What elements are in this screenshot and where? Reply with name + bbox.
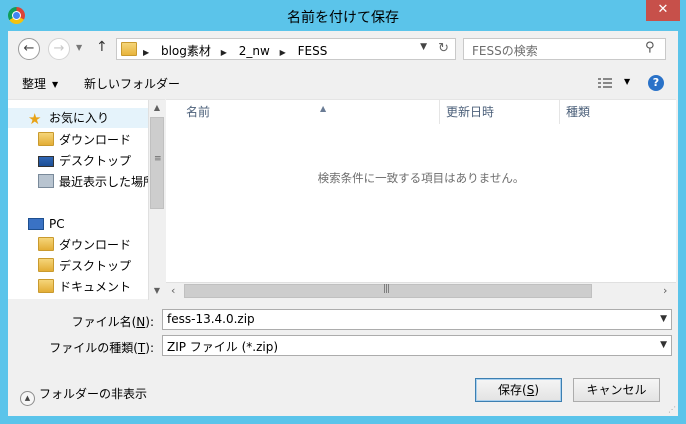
chevron-right-icon[interactable]: ▶ (143, 48, 149, 57)
forward-arrow-icon: → (53, 41, 65, 56)
download-folder-icon (38, 237, 54, 251)
filetype-select[interactable]: ZIP ファイル (*.zip) ▼ (162, 335, 672, 356)
horizontal-scrollbar[interactable]: ‹ ||| › (166, 282, 676, 299)
chevron-down-icon[interactable]: ▼ (420, 42, 427, 52)
column-header-modified[interactable]: 更新日時 (440, 100, 560, 124)
tree-label: デスクトップ (59, 259, 132, 273)
window-title: 名前を付けて保存 (287, 10, 399, 26)
navigation-pane: ★ お気に入り ダウンロード デスクトップ 最近表示した場所 PC ダウンロード … (8, 99, 165, 300)
scrollbar-thumb[interactable]: ||| (184, 284, 592, 298)
chevron-down-icon[interactable]: ▼ (660, 340, 667, 350)
tree-label: PC (49, 217, 65, 231)
tree-item-pc-downloads[interactable]: ダウンロード (38, 235, 131, 255)
column-label: 名前 (186, 105, 211, 119)
tree-item-documents[interactable]: ドキュメント (38, 277, 131, 297)
chevron-right-icon[interactable]: ▶ (280, 48, 286, 57)
documents-folder-icon (38, 279, 54, 293)
tree-item-pc[interactable]: PC (28, 214, 65, 234)
scroll-up-icon[interactable]: ▲ (149, 103, 165, 112)
scroll-down-icon[interactable]: ▼ (149, 286, 165, 295)
filename-label: ファイル名(N): (71, 315, 154, 329)
tree-item-favorites[interactable]: ★ お気に入り (8, 108, 148, 128)
star-icon: ★ (28, 110, 42, 128)
filetype-value: ZIP ファイル (*.zip) (167, 340, 279, 354)
download-folder-icon (38, 132, 54, 146)
filename-input[interactable]: fess-13.4.0.zip ▼ (162, 309, 672, 330)
nav-scrollbar[interactable]: ▲ ≡ ▼ (148, 100, 165, 300)
file-list[interactable]: 名前 ▲ 更新日時 種類 検索条件に一致する項目はありません。 ‹ ||| › (166, 99, 676, 299)
refresh-icon[interactable]: ↻ (438, 41, 449, 56)
chevron-down-icon[interactable]: ▼ (660, 314, 667, 324)
breadcrumb: ▶ blog素材 ▶ 2_nw ▶ FESS (143, 42, 333, 59)
save-dialog: 名前を付けて保存 ✕ ← → ▼ ↑ ▶ blog素材 ▶ 2_nw ▶ FES… (0, 0, 686, 424)
sort-ascending-icon: ▲ (320, 104, 327, 113)
tree-label: お気に入り (49, 111, 110, 125)
tree-label: デスクトップ (59, 154, 132, 168)
help-icon[interactable]: ? (648, 75, 664, 91)
back-button[interactable]: ← (18, 38, 40, 60)
back-arrow-icon: ← (23, 41, 35, 56)
empty-message: 検索条件に一致する項目はありません。 (317, 171, 525, 185)
resize-grip-icon[interactable]: ⋰ (668, 405, 676, 414)
search-input[interactable]: FESSの検索 (463, 38, 666, 60)
close-button[interactable]: ✕ (646, 0, 680, 21)
grip-icon: ||| (383, 284, 390, 294)
tree-item-recent-places[interactable]: 最近表示した場所 (38, 172, 148, 192)
dialog-body: ← → ▼ ↑ ▶ blog素材 ▶ 2_nw ▶ FESS ▼ ↻ FESSの… (8, 31, 678, 416)
organize-menu[interactable]: 整理 ▼ (22, 75, 58, 92)
grip-icon: ≡ (154, 154, 162, 164)
desktop-icon (38, 156, 54, 167)
tree-label: 最近表示した場所 (59, 175, 148, 189)
folder-icon (121, 42, 137, 56)
chevron-up-icon: ▲ (20, 391, 35, 406)
breadcrumb-item[interactable]: 2_nw (239, 44, 270, 58)
breadcrumb-item[interactable]: blog素材 (161, 44, 211, 58)
column-header-name[interactable]: 名前 ▲ (180, 100, 440, 124)
title-bar[interactable]: 名前を付けて保存 ✕ (0, 0, 686, 32)
recent-locations-chevron-icon[interactable]: ▼ (76, 43, 82, 52)
computer-icon (28, 218, 44, 230)
tree-item-pc-desktop[interactable]: デスクトップ (38, 256, 131, 276)
scroll-right-icon[interactable]: › (663, 283, 667, 299)
scrollbar-thumb[interactable]: ≡ (150, 117, 164, 209)
tree-item-downloads[interactable]: ダウンロード (38, 130, 131, 150)
view-caret-icon[interactable]: ▼ (624, 77, 630, 86)
organize-label: 整理 (22, 77, 47, 91)
desktop-folder-icon (38, 258, 54, 272)
view-details-icon[interactable] (598, 77, 612, 89)
search-icon[interactable]: ⚲ (645, 40, 655, 55)
hide-folders-toggle[interactable]: ▲ フォルダーの非表示 (20, 385, 147, 406)
filetype-label: ファイルの種類(T): (49, 341, 154, 355)
tree-label: ドキュメント (59, 280, 132, 294)
new-folder-button[interactable]: 新しいフォルダー (84, 75, 180, 92)
save-button[interactable]: 保存(S) (475, 378, 562, 402)
tree-label: ダウンロード (59, 238, 132, 252)
chevron-right-icon[interactable]: ▶ (221, 48, 227, 57)
filename-value: fess-13.4.0.zip (167, 312, 255, 326)
cancel-button[interactable]: キャンセル (573, 378, 660, 402)
address-bar[interactable]: ▶ blog素材 ▶ 2_nw ▶ FESS ▼ ↻ (116, 38, 456, 60)
tree-item-desktop[interactable]: デスクトップ (38, 151, 131, 171)
breadcrumb-item[interactable]: FESS (298, 44, 328, 58)
hide-folders-label: フォルダーの非表示 (39, 387, 148, 401)
up-arrow-icon[interactable]: ↑ (96, 39, 108, 55)
forward-button[interactable]: → (48, 38, 70, 60)
column-header-type[interactable]: 種類 (560, 100, 660, 124)
scroll-left-icon[interactable]: ‹ (171, 283, 175, 299)
recent-places-icon (38, 174, 54, 188)
tree-label: ダウンロード (59, 133, 132, 147)
caret-down-icon: ▼ (52, 80, 59, 89)
